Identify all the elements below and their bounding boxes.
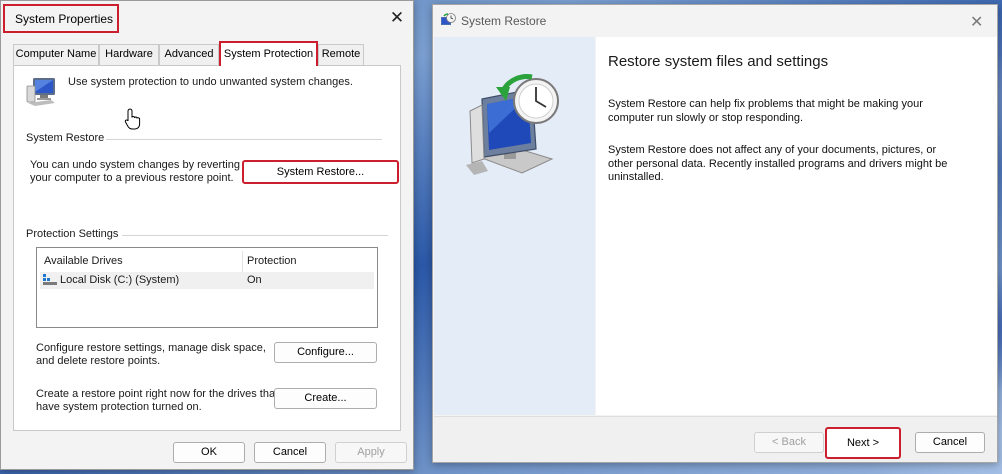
system-restore-title: System Restore [461, 14, 547, 28]
drive-icon [43, 274, 57, 285]
wizard-heading: Restore system files and settings [608, 53, 829, 70]
wizard-paragraph-2: System Restore does not affect any of yo… [608, 144, 978, 185]
tab-hardware[interactable]: Hardware [99, 44, 159, 65]
ok-button[interactable]: OK [173, 442, 245, 463]
description-line: You can undo system changes by reverting [30, 159, 240, 171]
system-restore-button[interactable]: System Restore... [242, 160, 399, 184]
paragraph-line: other personal data. Recently installed … [608, 157, 948, 170]
system-properties-titlebar: System Properties ✕ [1, 1, 413, 37]
system-restore-description: You can undo system changes by reverting… [30, 159, 240, 185]
wizard-footer: < Back Next > Cancel [434, 416, 997, 462]
intro-text: Use system protection to undo unwanted s… [68, 76, 353, 88]
system-restore-group-label: System Restore [26, 132, 105, 144]
close-icon[interactable]: ✕ [970, 12, 983, 32]
protection-settings-group-label: Protection Settings [26, 228, 119, 240]
tab-advanced[interactable]: Advanced [159, 44, 219, 65]
drives-listview[interactable]: Available Drives Protection Local Disk (… [36, 247, 378, 328]
wizard-paragraph-1: System Restore can help fix problems tha… [608, 98, 978, 125]
close-icon[interactable]: ✕ [386, 9, 408, 29]
system-properties-title: System Properties [3, 4, 119, 33]
hand-cursor-icon [124, 108, 141, 130]
system-restore-window: System Restore ✕ Restore system files an… [432, 4, 998, 463]
column-header-protection[interactable]: Protection [247, 252, 297, 272]
description-line: your computer to a previous restore poin… [30, 172, 234, 184]
description-line: and delete restore points. [36, 355, 161, 367]
configure-description: Configure restore settings, manage disk … [36, 342, 266, 368]
system-properties-window: System Properties ✕ Computer Name Hardwa… [0, 0, 414, 470]
group-divider [106, 139, 382, 140]
back-button[interactable]: < Back [754, 432, 824, 453]
create-description: Create a restore point right now for the… [36, 388, 278, 414]
tab-system-protection[interactable]: System Protection [219, 41, 318, 66]
configure-button[interactable]: Configure... [274, 342, 377, 363]
system-restore-illustration [466, 74, 559, 175]
paragraph-line: uninstalled. [608, 171, 664, 183]
paragraph-line: System Restore can help fix problems tha… [608, 98, 923, 110]
tab-computer-name[interactable]: Computer Name [13, 44, 99, 65]
description-line: have system protection turned on. [36, 401, 202, 413]
wizard-content: Restore system files and settings System… [596, 37, 997, 415]
wizard-sidebar [434, 37, 595, 415]
group-divider [122, 235, 388, 236]
create-button[interactable]: Create... [274, 388, 377, 409]
apply-button[interactable]: Apply [335, 442, 407, 463]
system-protection-panel: Use system protection to undo unwanted s… [13, 65, 401, 431]
system-protection-icon [26, 78, 55, 106]
next-button[interactable]: Next > [825, 427, 901, 459]
column-header-available-drives[interactable]: Available Drives [44, 252, 123, 272]
drive-name: Local Disk (C:) (System) [60, 274, 180, 286]
cancel-button[interactable]: Cancel [915, 432, 985, 453]
tab-remote[interactable]: Remote [318, 44, 364, 65]
paragraph-line: computer run slowly or stop responding. [608, 111, 804, 124]
cancel-button[interactable]: Cancel [254, 442, 326, 463]
system-restore-app-icon [441, 13, 456, 25]
table-row[interactable]: Local Disk (C:) (System) On [40, 272, 374, 289]
description-line: Create a restore point right now for the… [36, 388, 279, 400]
column-separator [242, 251, 243, 272]
paragraph-line: System Restore does not affect any of yo… [608, 144, 937, 156]
description-line: Configure restore settings, manage disk … [36, 342, 266, 354]
protection-status: On [247, 274, 262, 286]
